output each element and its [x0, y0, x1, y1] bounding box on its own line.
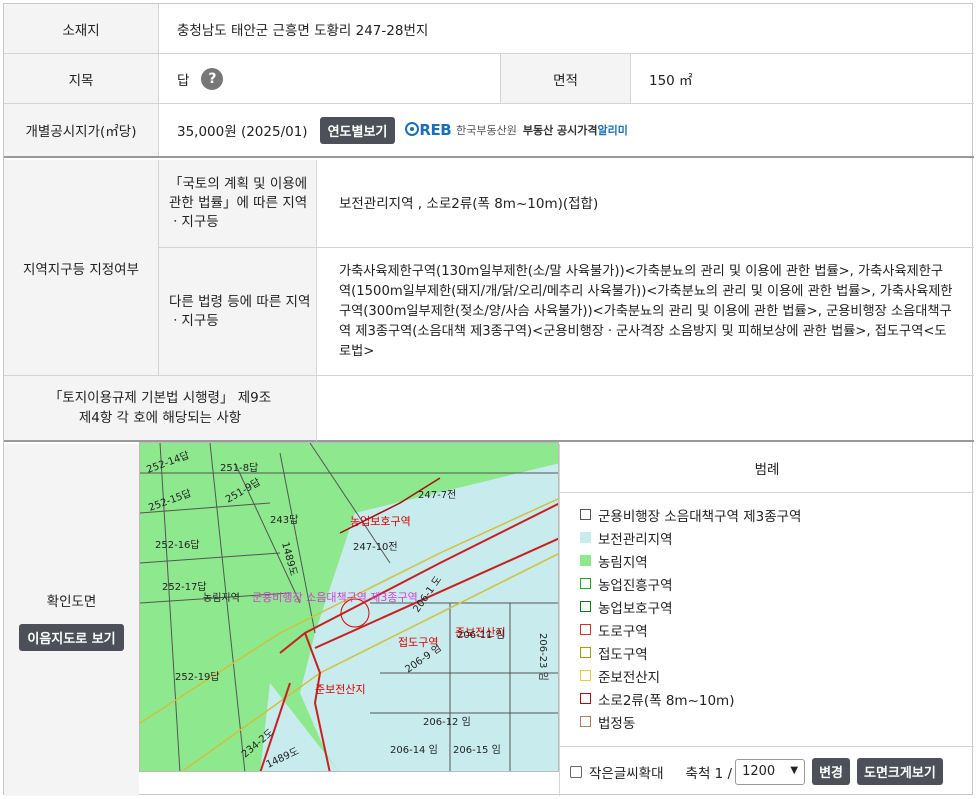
legend-swatch-icon — [580, 716, 591, 727]
legend-title: 범례 — [560, 444, 974, 493]
land-category-cell: 답 ? — [159, 54, 501, 103]
legend-swatch-icon — [580, 624, 591, 635]
legend-swatch-icon — [580, 578, 591, 589]
zoning-national-value: 보전관리지역 , 소로2류(폭 8m~10m)(접합) — [317, 160, 974, 248]
scale-label: 축척 1 / — [685, 765, 733, 782]
legend-item-label: 법정동 — [598, 715, 636, 732]
legend-swatch-icon — [580, 647, 591, 658]
location-label: 소재지 — [4, 4, 159, 53]
map-parcel-label: 206-23 임 — [537, 633, 550, 681]
scale-select[interactable]: 1200 ▼ — [735, 758, 806, 785]
price-label: 개별공시지가(㎡당) — [4, 104, 159, 156]
legend-item: 농업진흥구역 — [580, 572, 974, 595]
map-parcel-label: 243답 — [270, 514, 298, 526]
legend-item: 보전관리지역 — [580, 526, 974, 549]
land-use-info-table: 소재지 충청남도 태안군 근흥면 도황리 247-28번지 지목 답 ? 면적 … — [3, 3, 974, 796]
reb-logo-icon — [405, 121, 420, 139]
legend-list: 군용비행장 소음대책구역 제3종구역보전관리지역농림지역농업진흥구역농업보호구역… — [560, 493, 974, 733]
map-zone-label: 준보전산지 — [315, 683, 366, 696]
map-parcel-label: 252-16답 — [155, 539, 200, 551]
map-parcel-label: 252-17답 — [162, 581, 207, 593]
zoning-other-value: 가축사육제한구역(130m일부제한(소/말 사육불가))<가축분뇨의 관리 및 … — [317, 248, 974, 376]
zoning-national-label: 「국토의 계획 및 이용에 관한 법률」에 따른 지역ㆍ지구등 — [159, 160, 317, 248]
zoning-other-label: 다른 법령 등에 따른 지역ㆍ지구등 — [159, 248, 317, 376]
map-zone-label: 군용비행장 소음대책구역 제3종구역 — [252, 591, 418, 604]
legend-item: 소로2류(폭 8m~10m) — [580, 687, 974, 710]
legend-item: 법정동 — [580, 710, 974, 733]
legend-item: 농업보호구역 — [580, 595, 974, 618]
legend-swatch-icon — [580, 532, 591, 543]
legend-swatch-icon — [580, 601, 591, 612]
year-view-button[interactable]: 연도별보기 — [319, 116, 396, 144]
map-parcel-label: 247-7전 — [418, 489, 456, 501]
map-zone-label: 농업보호구역 — [350, 515, 411, 528]
map-parcel-label: 206-15 임 — [453, 743, 501, 756]
reb-logo-text1: 부동산 공시가격 — [522, 124, 598, 137]
map-label-cell: 확인도면 이음지도로 보기 — [4, 444, 139, 796]
decree-value — [317, 376, 974, 442]
land-category-label: 지목 — [4, 54, 159, 103]
legend-item: 접도구역 — [580, 641, 974, 664]
scale-select-value: 1200 — [742, 764, 776, 779]
area-value: 150 ㎡ — [649, 72, 693, 89]
legend-swatch-icon — [580, 509, 591, 520]
legend-item-label: 농업보호구역 — [598, 600, 673, 617]
site-map-canvas: 252-14답 251-8답 251-9답 252-15답 252-16답 25… — [140, 443, 558, 771]
legend-item-label: 농업진흥구역 — [598, 577, 673, 594]
legend-swatch-icon — [580, 555, 591, 566]
location-value: 충청남도 태안군 근흥면 도황리 247-28번지 — [177, 22, 429, 39]
legend-controls: 작은글씨확대 축척 1 / 1200 ▼ 변경 도면크게보기 — [560, 746, 974, 796]
legend-item-label: 도로구역 — [598, 623, 648, 640]
reb-logo[interactable]: REB 한국부동산원 부동산 공시가격 알리미 — [405, 121, 628, 139]
legend-item-label: 준보전산지 — [598, 669, 661, 686]
map-label: 확인도면 — [46, 593, 97, 610]
decree-label: 「토지이용규제 기본법 시행령」 제9조 제4항 각 호에 해당되는 사항 — [4, 376, 317, 442]
reb-logo-text2: 알리미 — [597, 124, 628, 137]
legend-item-label: 소로2류(폭 8m~10m) — [598, 692, 735, 709]
reb-logo-org: 한국부동산원 — [456, 124, 517, 137]
zoning-label: 지역지구등 지정여부 — [4, 160, 159, 376]
chevron-down-icon: ▼ — [790, 764, 799, 776]
legend-item-label: 군용비행장 소음대책구역 제3종구역 — [598, 508, 802, 525]
price-row: 개별공시지가(㎡당) 35,000원 (2025/01) 연도별보기 REB 한… — [4, 104, 974, 158]
location-row: 소재지 충청남도 태안군 근흥면 도황리 247-28번지 — [4, 4, 974, 54]
legend-item-label: 농림지역 — [598, 554, 648, 571]
price-value: 35,000원 (2025/01) — [177, 124, 308, 140]
price-cell: 35,000원 (2025/01) 연도별보기 REB 한국부동산원 부동산 공… — [159, 104, 974, 156]
help-icon[interactable]: ? — [201, 67, 224, 90]
map-parcel-label: 252-19답 — [175, 671, 220, 683]
land-row: 지목 답 ? 면적 150 ㎡ — [4, 54, 974, 104]
map-parcel-label: 247-10전 — [353, 541, 398, 553]
land-category-value: 답 — [177, 72, 190, 89]
site-map[interactable]: 252-14답 251-8답 251-9답 252-15답 252-16답 25… — [139, 442, 559, 772]
map-parcel-label: 206-12 임 — [423, 715, 471, 728]
map-zone-label: 농림지역 — [203, 592, 240, 604]
legend-item: 준보전산지 — [580, 664, 974, 687]
reb-logo-mark: REB — [419, 121, 452, 139]
legend-swatch-icon — [580, 693, 591, 704]
eum-map-button[interactable]: 이음지도로 보기 — [19, 623, 124, 651]
map-parcel-label: 206-14 임 — [390, 743, 438, 756]
small-text-label[interactable]: 작은글씨확대 — [589, 762, 664, 782]
small-text-checkbox[interactable] — [570, 765, 582, 778]
legend-item-label: 접도구역 — [598, 646, 648, 663]
legend-item: 도로구역 — [580, 618, 974, 641]
map-parcel-label: 251-8답 — [220, 462, 258, 474]
legend-item: 군용비행장 소음대책구역 제3종구역 — [580, 503, 974, 526]
legend-item: 농림지역 — [580, 549, 974, 572]
legend-swatch-icon — [580, 670, 591, 681]
change-scale-button[interactable]: 변경 — [812, 758, 851, 785]
large-map-button[interactable]: 도면크게보기 — [857, 758, 943, 785]
legend-item-label: 보전관리지역 — [598, 531, 673, 548]
map-legend: 범례 군용비행장 소음대책구역 제3종구역보전관리지역농림지역농업진흥구역농업보… — [559, 444, 974, 796]
map-parcel-label: 206-11 임 — [457, 628, 505, 641]
area-label: 면적 — [501, 54, 631, 103]
